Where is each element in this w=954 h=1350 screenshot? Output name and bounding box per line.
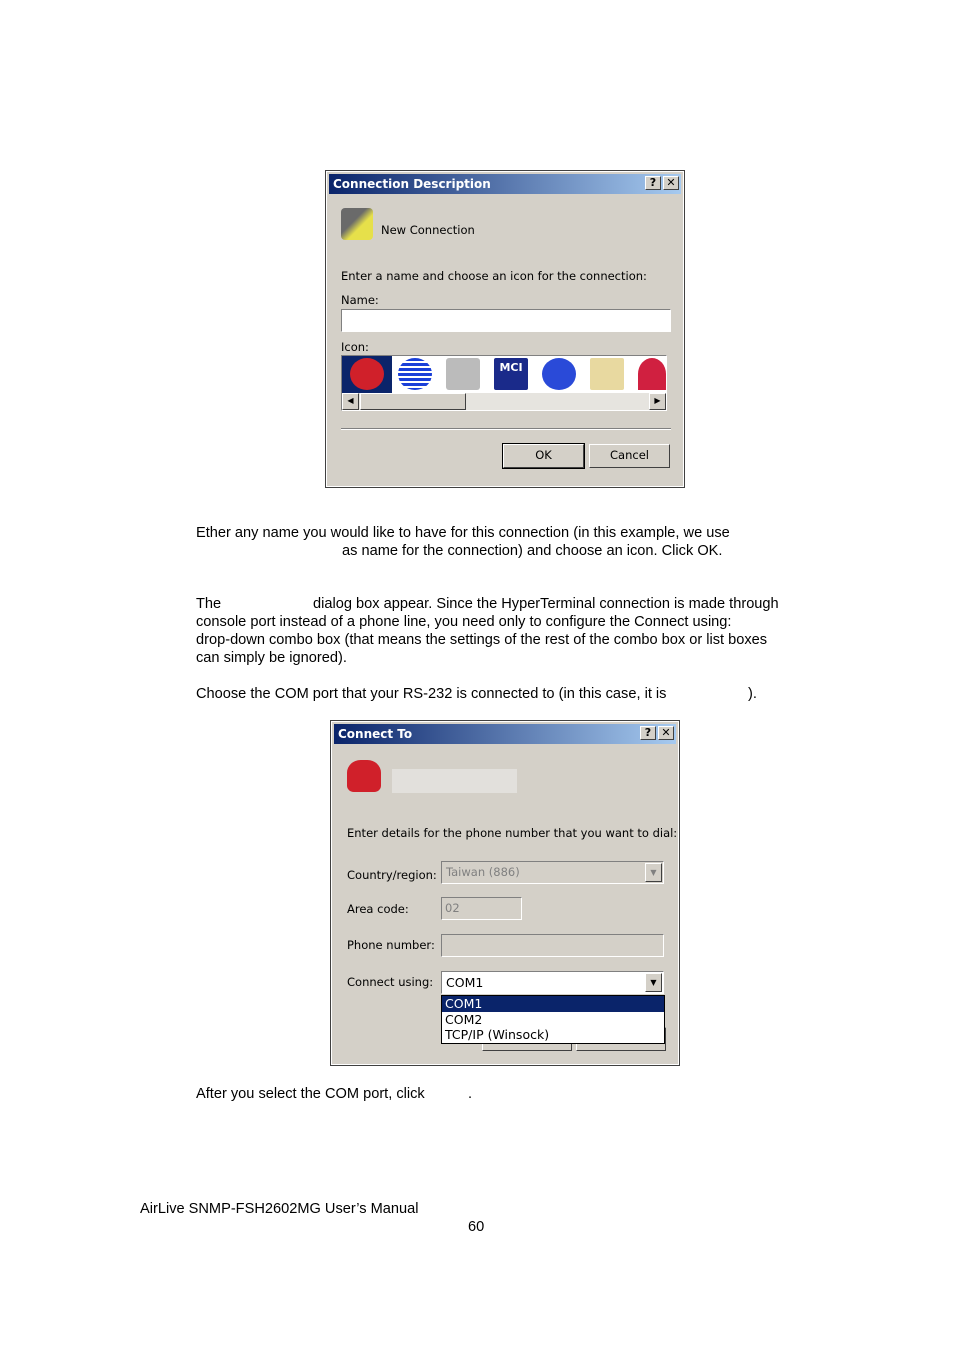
option-com1[interactable]: COM1 (442, 996, 664, 1012)
dialog-title: Connection Description (333, 177, 491, 191)
icon-list[interactable]: MCI ◀ ▶ (341, 355, 667, 411)
para2-line3: drop-down combo box (that means the sett… (196, 632, 768, 648)
fax-icon[interactable] (446, 358, 480, 390)
cancel-button[interactable]: Cancel (589, 444, 670, 468)
para2-b: dialog box appear. Since the HyperTermin… (313, 596, 779, 612)
phone-number-input (441, 934, 664, 957)
help-button[interactable]: ? (645, 176, 661, 190)
mci-icon[interactable]: MCI (494, 358, 528, 390)
connect-using-value: COM1 (446, 975, 484, 990)
connection-icon (341, 208, 373, 240)
close-button[interactable]: ✕ (658, 726, 674, 740)
red-phone-icon[interactable] (350, 358, 384, 390)
connect-using-select[interactable]: COM1 ▼ (441, 971, 664, 994)
para4-a: After you select the COM port, click (196, 1086, 425, 1102)
connect-using-dropdown: COM1 COM2 TCP/IP (Winsock) (441, 995, 665, 1044)
name-label: Name: (341, 293, 379, 307)
name-input[interactable] (341, 309, 671, 332)
help-button[interactable]: ? (640, 726, 656, 740)
title-bar: Connect To ? ✕ (334, 724, 676, 744)
title-bar: Connection Description ? ✕ (329, 174, 681, 194)
globe-icon[interactable] (398, 358, 432, 390)
option-tcpip[interactable]: TCP/IP (Winsock) (442, 1027, 664, 1043)
para3-b: ). (748, 686, 757, 702)
prompt-text: Enter details for the phone number that … (347, 826, 678, 840)
area-code-label: Area code: (347, 902, 409, 916)
connection-name-area (392, 769, 517, 793)
country-value: Taiwan (886) (446, 865, 520, 879)
horizontal-scrollbar[interactable]: ◀ ▶ (342, 393, 666, 410)
area-code-input: 02 (441, 897, 522, 920)
para2-line2: console port instead of a phone line, yo… (196, 614, 732, 630)
footer-manual: AirLive SNMP-FSH2602MG User’s Manual (140, 1201, 419, 1217)
para2-line4: can simply be ignored). (196, 650, 347, 666)
page-number: 60 (468, 1219, 485, 1235)
documents-icon[interactable] (590, 358, 624, 390)
scroll-thumb[interactable] (360, 393, 466, 410)
umbrella-icon[interactable] (638, 358, 666, 390)
connection-description-dialog: Connection Description ? ✕ New Connectio… (325, 170, 685, 488)
connect-using-label: Connect using: (347, 975, 434, 989)
scroll-right-icon[interactable]: ▶ (649, 393, 666, 410)
phone-number-label: Phone number: (347, 938, 435, 952)
para3-a: Choose the COM port that your RS-232 is … (196, 686, 667, 702)
new-connection-label: New Connection (381, 223, 475, 237)
option-com2[interactable]: COM2 (442, 1012, 664, 1028)
chevron-down-icon: ▼ (645, 863, 662, 882)
scroll-left-icon[interactable]: ◀ (342, 393, 359, 410)
prompt-text: Enter a name and choose an icon for the … (341, 269, 647, 283)
country-select: Taiwan (886) ▼ (441, 861, 664, 884)
connect-to-dialog: Connect To ? ✕ Enter details for the pho… (330, 720, 680, 1066)
chevron-down-icon[interactable]: ▼ (645, 973, 662, 992)
para1-line1: Ether any name you would like to have fo… (196, 525, 730, 541)
para1-line2: as name for the connection) and choose a… (342, 543, 723, 559)
close-button[interactable]: ✕ (663, 176, 679, 190)
para4-b: . (468, 1086, 473, 1102)
country-label: Country/region: (347, 868, 437, 882)
divider (341, 428, 671, 430)
para2-a: The (196, 596, 222, 612)
ge-icon[interactable] (542, 358, 576, 390)
ok-button[interactable]: OK (502, 443, 585, 469)
icon-label: Icon: (341, 340, 369, 354)
dialog-title: Connect To (338, 727, 413, 741)
red-phone-icon (347, 760, 381, 792)
